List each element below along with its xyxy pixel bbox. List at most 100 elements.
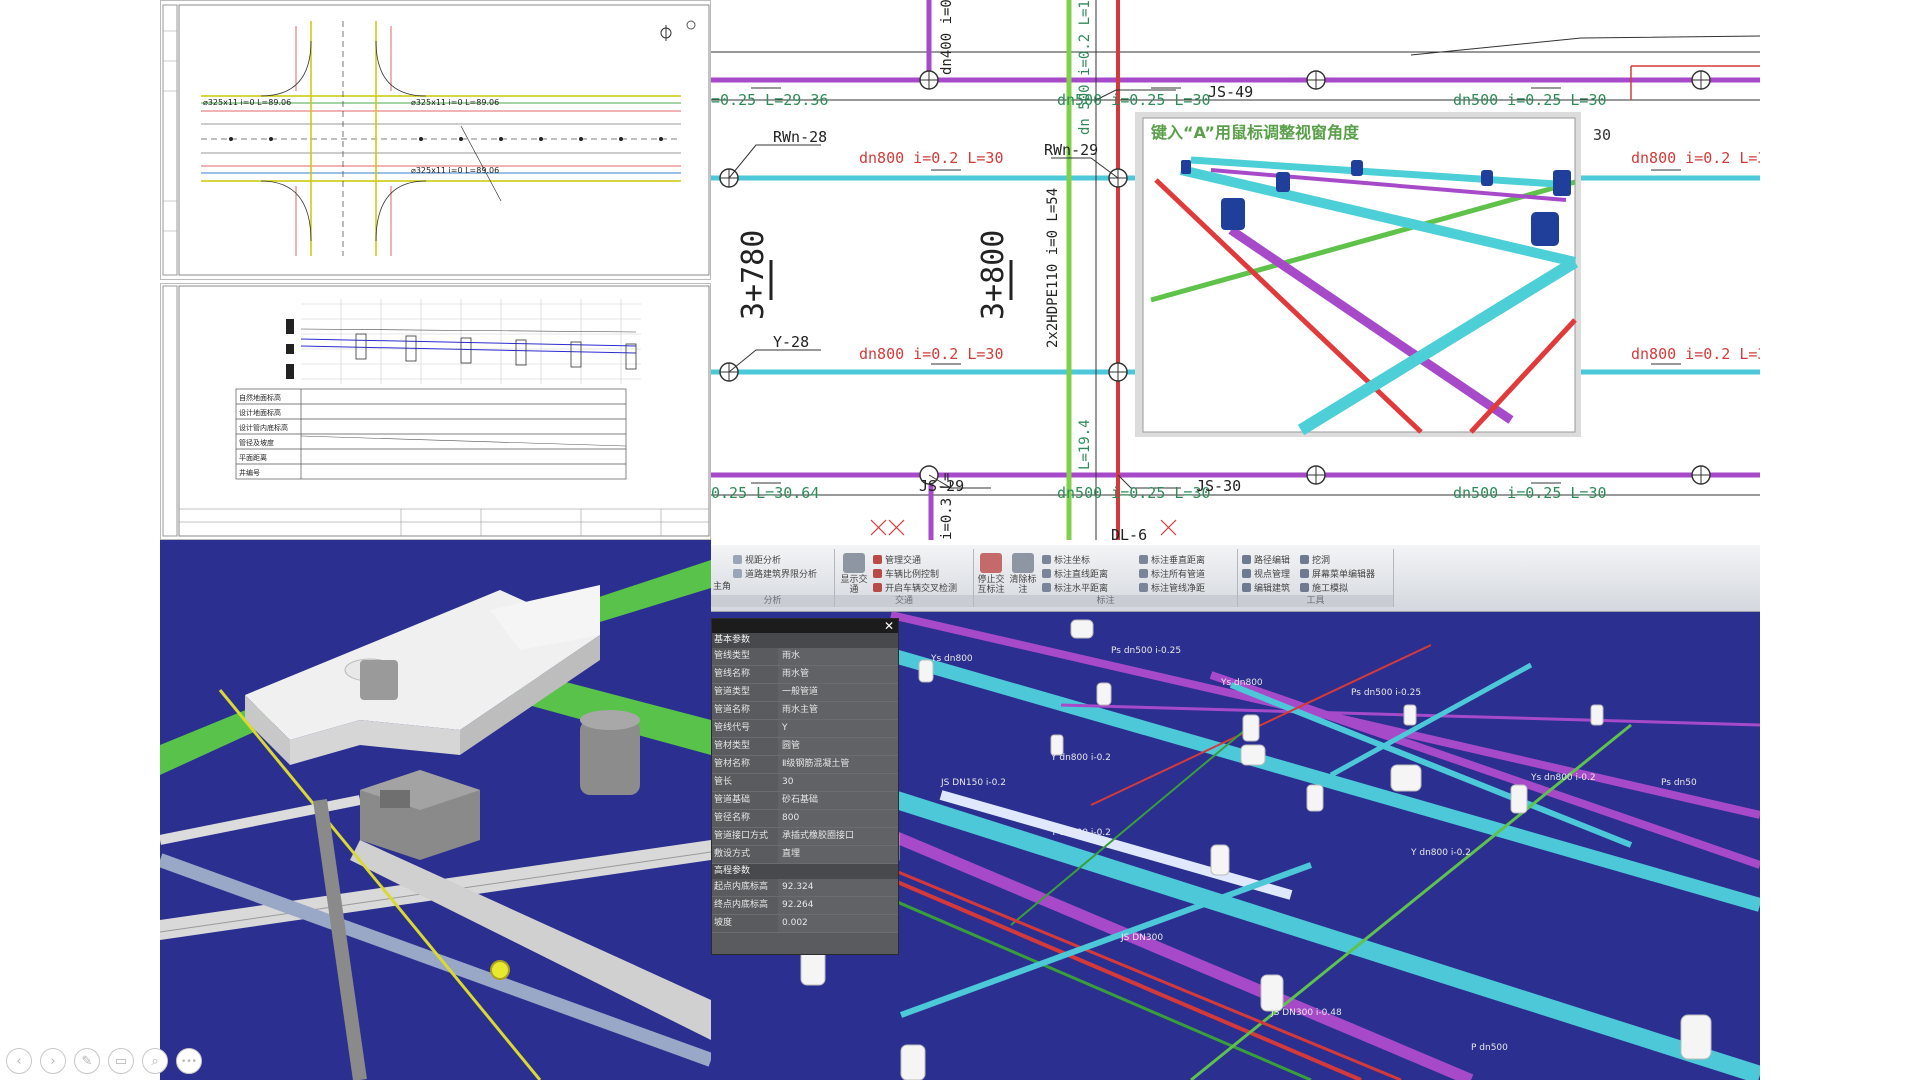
property-row: 管道基础 砂石基础 (712, 792, 898, 810)
annotate-straight-distance-button[interactable]: 标注直线距离 (1042, 567, 1108, 580)
scene-label: Y dn800 i-0.2 (1050, 828, 1111, 838)
profile-drawing-svg: 自然地面标高 设计地面标高 设计管内底标高 管径及坡度 平面距离 井编号 (162, 285, 710, 537)
ratio-icon (873, 569, 882, 578)
scene-label: P dn500 (1471, 1043, 1508, 1053)
viewpoint-manager-button[interactable]: 视点管理 (1242, 567, 1290, 580)
scene-label: JS DN300 (1120, 933, 1163, 943)
properties-rows: 管线类型 雨水 管线名称 雨水管 管道类型 一般管道 管道名称 雨水主管 管线代号 Y 管… (712, 648, 898, 864)
pipe-properties-panel: ✕ 基本参数 管线类型 雨水 管线名称 雨水管 管道类型 一般管道 管道名称 雨水主管 … (711, 618, 899, 955)
property-row: 坡度 0.002 (712, 915, 898, 933)
property-row: 管线类型 雨水 (712, 648, 898, 666)
path-edit-button[interactable]: 路径编辑 (1242, 553, 1290, 566)
back-icon[interactable]: ‹ (6, 1048, 32, 1074)
screen-menu-editor-button[interactable]: 屏幕菜单编辑器 (1300, 567, 1375, 580)
pipe-label-vertical: dn 500 i=0.2 L=19.4 (1077, 0, 1093, 135)
sight-distance-analysis-button[interactable]: 视距分析 (733, 553, 781, 566)
properties-section-elevation: 高程参数 (712, 864, 898, 879)
scene-label: Ys dn800 i-0.2 (1530, 773, 1596, 783)
ribbon-group-tools: 路径编辑 视点管理 编辑建筑 挖洞 屏幕菜单编辑器 施工模拟 工具 (1238, 549, 1394, 607)
simulation-icon (1300, 583, 1309, 592)
zoom-icon[interactable]: ⌕ (142, 1048, 168, 1074)
horizontal-icon (1042, 583, 1051, 592)
model-3d-view[interactable] (160, 540, 711, 1080)
annotate-coordinates-button[interactable]: 标注坐标 (1042, 553, 1090, 566)
pipe-label: =0.25 L=29.36 (711, 91, 828, 109)
property-row: 终点内底标高 92.264 (712, 897, 898, 915)
plan-label-2: ⌀325x11 i=0 L=89.06 (411, 98, 499, 107)
ribbon-group-title: 分析 (711, 595, 834, 607)
analysis-icon (733, 555, 742, 564)
property-row: 管线代号 Y (712, 720, 898, 738)
profile-row-label: 设计管内底标高 (239, 423, 288, 432)
vehicle-collision-button[interactable]: 开启车辆交叉检测 (873, 581, 957, 594)
scene-label: Ys dn800 (930, 654, 973, 664)
stop-interactive-annotation-button[interactable]: 停止交互标注 (976, 553, 1006, 595)
pen-icon[interactable]: ✎ (74, 1048, 100, 1074)
station-label: 3+780 (736, 230, 771, 320)
scene-label: JS DN300 i-0.48 (1270, 1008, 1342, 1018)
manhole-label: DL-6 (1111, 526, 1147, 540)
more-icon[interactable]: ••• (176, 1048, 202, 1074)
pipe-label: dn500 i=0.25 L=30 (1057, 484, 1211, 502)
ribbon-toolbar: 主角 视距分析 道路建筑界限分析 分析 显示交通 管理交通 车辆比例控制 开启车… (711, 545, 1760, 612)
profile-row-label: 平面距离 (239, 453, 267, 462)
ribbon-group-title: 工具 (1238, 595, 1393, 607)
pipe-label: 0.25 L=30.64 (711, 484, 819, 502)
property-row: 管径名称 800 (712, 810, 898, 828)
edit-building-button[interactable]: 编辑建筑 (1242, 581, 1290, 594)
manhole-label: RWn-28 (773, 128, 827, 146)
analysis-icon (733, 569, 742, 578)
model-3d-svg (160, 540, 711, 1080)
ribbon-group-traffic: 显示交通 管理交通 车辆比例控制 开启车辆交叉检测 交通 (835, 549, 974, 607)
slides-icon[interactable]: ▭ (108, 1048, 134, 1074)
profile-drawing: 自然地面标高 设计地面标高 设计管内底标高 管径及坡度 平面距离 井编号 (160, 283, 711, 540)
presentation-nav: ‹ › ✎ ▭ ⌕ ••• (6, 1048, 202, 1076)
scene-label: Ps dn500 i-0.25 (1111, 646, 1181, 656)
clearance-icon (1139, 583, 1148, 592)
vehicle-ratio-button[interactable]: 车辆比例控制 (873, 567, 939, 580)
pipe-label: dn800 i=0.2 L=30 (859, 149, 1004, 167)
show-traffic-button[interactable]: 显示交通 (839, 553, 869, 595)
pipe-label: dn800 i=0.2 L=30 (1631, 345, 1760, 363)
manage-traffic-button[interactable]: 管理交通 (873, 553, 921, 566)
scene-label: Ps dn500 i-0.25 (1351, 688, 1421, 698)
eraser-icon (1012, 553, 1034, 573)
scene-label: JS DN150 i-0.2 (940, 778, 1006, 788)
dig-icon (1300, 555, 1309, 564)
clear-annotation-button[interactable]: 清除标注 (1008, 553, 1038, 595)
car-icon (873, 555, 882, 564)
property-row: 起点内底标高 92.324 (712, 879, 898, 897)
construction-simulation-button[interactable]: 施工模拟 (1300, 581, 1348, 594)
plan-drawing: ⌀325x11 i=0 L=89.06 ⌀325x11 i=0 L=89.06 … (160, 0, 711, 280)
path-icon (1242, 555, 1251, 564)
pipe-3d-application[interactable]: Ys dn800 Ps dn500 i-0.25 Ys dn800 Ps dn5… (711, 545, 1760, 1080)
ribbon-left-label: 主角 (713, 582, 732, 592)
pipe-label: dn800 i=0.2 L=30 (859, 345, 1004, 363)
distance-icon (1042, 569, 1051, 578)
properties-section-basic: 基本参数 (712, 633, 898, 648)
manhole-label: JS-49 (1208, 83, 1253, 101)
pipe-label-vertical: dn400 i=0.3 (939, 0, 955, 75)
eye-icon (1242, 569, 1251, 578)
pipe-label-vertical: 2x2HDPE110 i=0 L=54 (1045, 188, 1061, 348)
pipe-label: 30 (1593, 126, 1611, 144)
forward-icon[interactable]: › (40, 1048, 66, 1074)
annotate-pipe-clearance-button[interactable]: 标注管线净距 (1139, 581, 1205, 594)
properties-title-bar: ✕ (712, 619, 898, 633)
manhole-label: RWn-29 (1044, 141, 1098, 159)
annotate-all-pipes-button[interactable]: 标注所有管道 (1139, 567, 1205, 580)
property-row: 管线名称 雨水管 (712, 666, 898, 684)
annotate-horizontal-distance-button[interactable]: 标注水平距离 (1042, 581, 1108, 594)
close-icon[interactable]: ✕ (884, 619, 894, 633)
manhole-label: Y-28 (773, 333, 809, 351)
coordinate-icon (1042, 555, 1051, 564)
traffic-icon (843, 553, 865, 573)
inset-3d-view[interactable]: 键入“A”用鼠标调整视窗角度 (1135, 112, 1581, 437)
clearance-analysis-button[interactable]: 道路建筑界限分析 (733, 567, 817, 580)
property-row: 管材类型 圆管 (712, 738, 898, 756)
scene-label: Y dn800 i-0.2 (1410, 848, 1471, 858)
dig-hole-button[interactable]: 挖洞 (1300, 553, 1330, 566)
ribbon-group-title: 标注 (974, 595, 1237, 607)
pipe-label-vertical: i=0.3 L= (939, 473, 955, 540)
annotate-vertical-distance-button[interactable]: 标注垂直距离 (1139, 553, 1205, 566)
